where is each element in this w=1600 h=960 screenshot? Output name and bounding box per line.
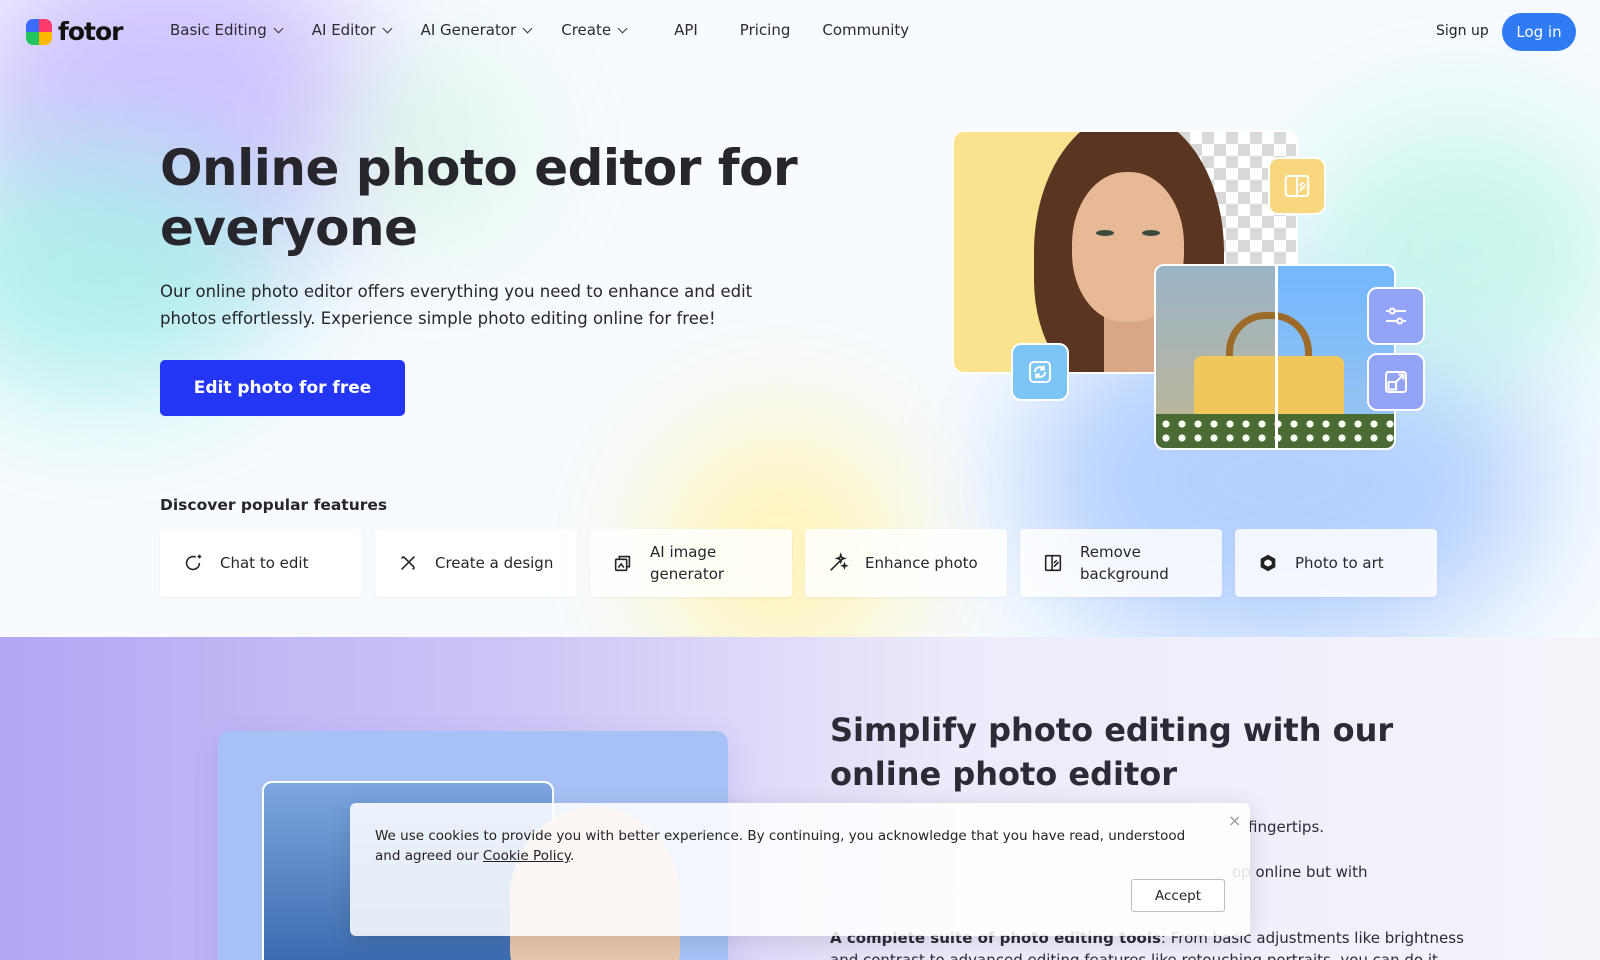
nav-item-label: Community — [822, 21, 910, 39]
feature-label: AI image generator — [650, 543, 725, 583]
feature-label: Remove background — [1080, 543, 1169, 583]
compare-icon — [1268, 157, 1326, 215]
nav-item-ai-generator[interactable]: AI Generator — [420, 21, 533, 39]
feature-ai-image-generator[interactable]: AI image generator — [590, 529, 792, 597]
design-icon — [401, 556, 415, 570]
feature-enhance-photo[interactable]: Enhance photo — [805, 529, 1007, 597]
feature-label: Chat to edit — [220, 554, 309, 572]
nav-item-label: AI Editor — [311, 21, 376, 39]
nav-item-ai-editor[interactable]: AI Editor — [311, 21, 393, 39]
nav-item-label: AI Generator — [420, 21, 517, 39]
resize-icon — [1367, 353, 1425, 411]
feature-photo-to-art[interactable]: Photo to art — [1235, 529, 1437, 597]
nav-item-community[interactable]: Community — [822, 21, 909, 39]
enhance-icon — [830, 552, 849, 571]
chevron-down-icon — [382, 23, 393, 33]
handbag-image — [1154, 264, 1396, 450]
cookie-banner: We use cookies to provide you with bette… — [350, 803, 1250, 936]
features-title: Discover popular features — [160, 496, 388, 514]
nav-item-api[interactable]: API — [674, 21, 698, 39]
nav-item-label: Pricing — [739, 21, 791, 39]
chevron-down-icon — [273, 23, 284, 33]
photo-art-icon — [1260, 554, 1276, 572]
hero-lead: Our online photo editor offers everythin… — [160, 282, 753, 328]
feature-label: Enhance photo — [865, 554, 978, 572]
signup-link[interactable]: Sign up — [1436, 23, 1489, 39]
hero-title: Online photo editor for everyone — [160, 139, 798, 257]
close-icon[interactable]: × — [1228, 811, 1241, 830]
nav-item-label: API — [674, 21, 698, 39]
feature-chat-to-edit[interactable]: Chat to edit — [160, 529, 362, 597]
hero-section: fotor Basic Editing AI Editor AI Generat… — [0, 0, 1600, 637]
restore-icon — [1011, 343, 1069, 401]
chevron-down-icon — [522, 23, 533, 33]
section-text: fingertips. — [1248, 818, 1325, 836]
nav-item-create[interactable]: Create — [561, 21, 628, 39]
logo-text: fotor — [58, 17, 124, 46]
login-button[interactable]: Log in — [1502, 13, 1576, 51]
ai-image-icon — [614, 555, 631, 572]
eye-shape — [1096, 230, 1114, 236]
main-menu: Basic Editing AI Editor AI Generator Cre… — [170, 21, 939, 39]
accept-button[interactable]: Accept — [1131, 879, 1225, 912]
top-nav: fotor Basic Editing AI Editor AI Generat… — [0, 0, 1600, 64]
section-text: and contrast to advanced editing feature… — [830, 951, 1438, 960]
cookie-period: . — [569, 848, 575, 864]
fotor-logo-icon — [26, 18, 52, 45]
nav-item-pricing[interactable]: Pricing — [740, 21, 791, 39]
edit-photo-button[interactable]: Edit photo for free — [160, 360, 405, 416]
nav-item-basic-editing[interactable]: Basic Editing — [170, 21, 284, 39]
feature-label: Photo to art — [1295, 554, 1384, 572]
section-text: op online but with — [1232, 863, 1368, 881]
chat-edit-icon — [185, 554, 202, 571]
cookie-policy-link[interactable]: Cookie Policy — [483, 848, 570, 864]
chevron-down-icon — [617, 23, 628, 33]
nav-item-label: Basic Editing — [170, 21, 267, 39]
cookie-text: We use cookies to provide you with bette… — [375, 826, 1195, 866]
eye-shape — [1142, 230, 1160, 236]
section-title: Simplify photo editing with our online p… — [830, 711, 1394, 793]
nav-item-label: Create — [561, 21, 612, 39]
fotor-logo[interactable]: fotor — [26, 17, 124, 46]
adjust-sliders-icon — [1367, 287, 1425, 345]
feature-list: Chat to edit Create a design AI image ge… — [160, 529, 1437, 597]
compare-divider — [1275, 266, 1278, 448]
feature-label: Create a design — [435, 554, 554, 572]
feature-remove-background[interactable]: Remove background — [1020, 529, 1222, 597]
remove-bg-icon — [1044, 554, 1062, 572]
feature-create-design[interactable]: Create a design — [375, 529, 577, 597]
